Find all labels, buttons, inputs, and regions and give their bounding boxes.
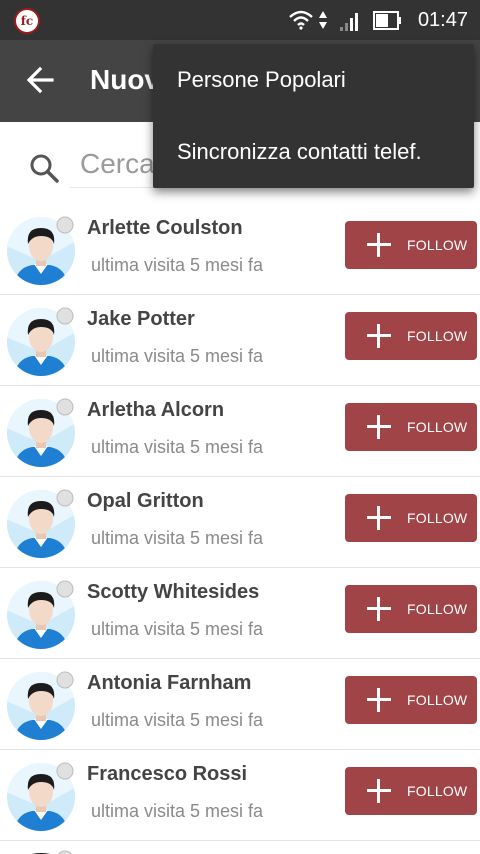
plus-icon <box>367 779 391 803</box>
follow-button[interactable]: FOLLOW <box>345 403 477 451</box>
last-seen-text: ultima visita 5 mesi fa <box>91 528 264 548</box>
user-name: Opal Gritton <box>87 490 204 512</box>
list-item[interactable]: Arlette Coulston ultima visita 5 mesi fa… <box>0 204 480 295</box>
list-item[interactable]: Jake Potter ultima visita 5 mesi fa FOLL… <box>0 295 480 386</box>
last-seen-text: ultima visita 5 mesi fa <box>91 255 264 275</box>
user-name: Francesco Rossi <box>87 763 248 785</box>
avatar[interactable] <box>6 398 76 468</box>
avatar[interactable] <box>6 580 76 650</box>
user-name: Jake Potter <box>87 308 195 330</box>
last-seen-text: ultima visita 5 mesi fa <box>91 619 264 639</box>
menu-item-sync-contacts[interactable]: Sincronizza contatti telef. <box>153 116 474 188</box>
list-item[interactable]: Francesco Rossi ultima visita 5 mesi fa … <box>0 750 480 841</box>
app-logo-label: fc <box>20 14 34 28</box>
user-list: Arlette Coulston ultima visita 5 mesi fa… <box>0 204 480 854</box>
follow-button-label: FOLLOW <box>407 601 468 617</box>
plus-icon <box>367 506 391 530</box>
last-seen-text: ultima visita 5 mesi fa <box>91 801 264 821</box>
search-icon <box>30 154 59 183</box>
user-name: Antonia Farnham <box>87 672 252 694</box>
avatar <box>31 850 72 854</box>
follow-button[interactable]: FOLLOW <box>345 221 477 269</box>
follow-button-label: FOLLOW <box>407 328 468 344</box>
menu-item-popular-people[interactable]: Persone Popolari <box>153 44 474 116</box>
arrow-back-icon[interactable] <box>22 60 62 100</box>
app-logo-icon: fc <box>14 8 40 34</box>
plus-icon <box>367 324 391 348</box>
plus-icon <box>367 597 391 621</box>
wifi-icon <box>289 10 313 30</box>
follow-button-label: FOLLOW <box>407 419 468 435</box>
follow-button[interactable]: FOLLOW <box>345 585 477 633</box>
status-bar: fc 01:47 <box>0 0 480 40</box>
follow-button[interactable]: FOLLOW <box>345 676 477 724</box>
last-seen-text: ultima visita 5 mesi fa <box>91 710 264 730</box>
follow-button-label: FOLLOW <box>407 692 468 708</box>
follow-button[interactable]: FOLLOW <box>345 312 477 360</box>
avatar[interactable] <box>6 762 76 832</box>
avatar[interactable] <box>6 671 76 741</box>
data-arrows-icon <box>319 11 327 29</box>
last-seen-text: ultima visita 5 mesi fa <box>91 437 264 457</box>
follow-button-label: FOLLOW <box>407 510 468 526</box>
list-item[interactable]: Arletha Alcorn ultima visita 5 mesi fa F… <box>0 386 480 477</box>
user-name: Arletha Alcorn <box>87 399 225 421</box>
follow-button-label: FOLLOW <box>407 783 468 799</box>
avatar[interactable] <box>6 489 76 559</box>
user-name: Arlette Coulston <box>87 217 243 239</box>
list-item-partial <box>0 841 480 854</box>
list-item[interactable]: Scotty Whitesides ultima visita 5 mesi f… <box>0 568 480 659</box>
page-title: Nuov <box>90 64 160 95</box>
plus-icon <box>367 415 391 439</box>
follow-button[interactable]: FOLLOW <box>345 494 477 542</box>
plus-icon <box>367 233 391 257</box>
plus-icon <box>367 688 391 712</box>
status-time: 01:47 <box>417 9 468 31</box>
user-name: Scotty Whitesides <box>87 581 260 603</box>
follow-button[interactable]: FOLLOW <box>345 767 477 815</box>
status-icons <box>289 10 401 31</box>
overflow-menu: Persone Popolari Sincronizza contatti te… <box>153 44 474 188</box>
last-seen-text: ultima visita 5 mesi fa <box>91 346 264 366</box>
signal-icon <box>340 13 358 31</box>
list-item[interactable]: Antonia Farnham ultima visita 5 mesi fa … <box>0 659 480 750</box>
list-item[interactable]: Opal Gritton ultima visita 5 mesi fa FOL… <box>0 477 480 568</box>
battery-icon <box>373 11 401 30</box>
follow-button-label: FOLLOW <box>407 237 468 253</box>
avatar[interactable] <box>6 216 76 286</box>
avatar[interactable] <box>6 307 76 377</box>
